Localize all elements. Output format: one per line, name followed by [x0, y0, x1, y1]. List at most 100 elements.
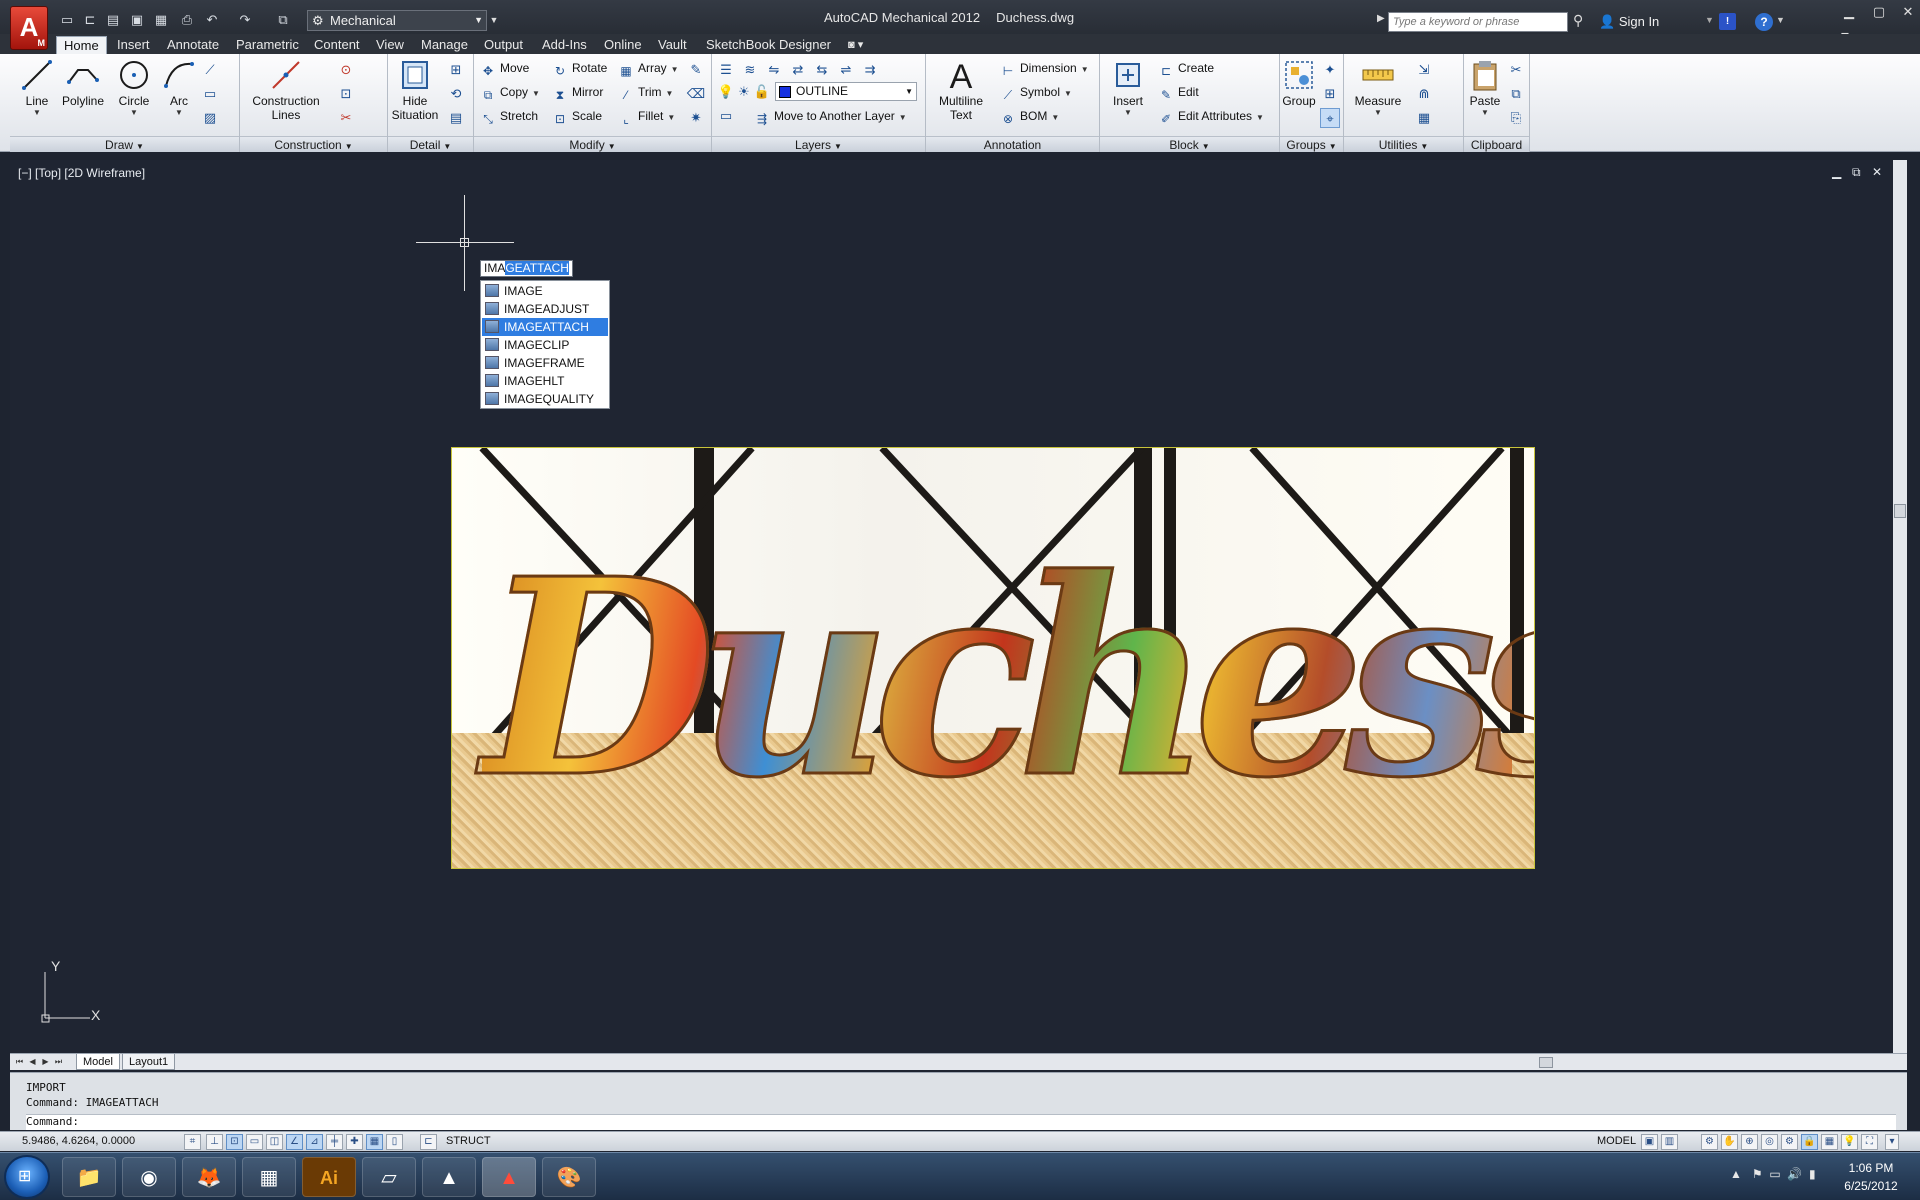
tab-parametric[interactable]: Parametric [234, 36, 301, 54]
explorer-taskbar-icon[interactable]: 📁 [62, 1157, 116, 1197]
annotation-scale-icon[interactable]: ⚙ [1701, 1134, 1718, 1150]
array-tool[interactable]: ▦ Array ▼ [618, 58, 678, 78]
tab-layout1[interactable]: Layout1 [122, 1054, 176, 1070]
symbol-tool[interactable]: ⟋ Symbol ▼ [1000, 82, 1072, 102]
plot-icon[interactable]: ⎙ [178, 11, 196, 29]
autocomplete-item[interactable]: IMAGEADJUST [482, 300, 608, 318]
isolate-objects-icon[interactable]: 💡 [1841, 1134, 1858, 1150]
next-layout-icon[interactable]: ▶ [40, 1056, 51, 1068]
show-hidden-icons-icon[interactable]: ▲ [1730, 1167, 1742, 1181]
open-sheet-set-icon[interactable]: ▤ [104, 11, 122, 29]
autocomplete-item[interactable]: IMAGE [482, 282, 608, 300]
maximize-window-button[interactable]: ▢ [1868, 3, 1890, 21]
object-snap-tracking-icon[interactable]: ⊿ [306, 1134, 323, 1150]
save-icon[interactable]: ▣ [128, 11, 146, 29]
panel-title-annotation[interactable]: Annotation [926, 136, 1099, 152]
infer-constraints-icon[interactable]: ⌗ [184, 1134, 201, 1150]
attached-raster-image[interactable]: Duchess [451, 447, 1535, 869]
create-block-tool[interactable]: ⊏ Create [1158, 58, 1214, 78]
clean-screen-icon[interactable]: ⛶ [1861, 1134, 1878, 1150]
calculator-taskbar-icon[interactable]: ▦ [242, 1157, 296, 1197]
volume-icon[interactable]: 🔊 [1787, 1167, 1802, 1181]
object-snap-icon[interactable]: ∠ [286, 1134, 303, 1150]
tab-sketchbook-designer[interactable]: SketchBook Designer [704, 36, 833, 54]
group-edit-icon[interactable]: ⊞ [1320, 84, 1340, 104]
polar-tracking-icon[interactable]: ◫ [266, 1134, 283, 1150]
customize-quick-access-icon[interactable]: ▼ [488, 10, 500, 31]
autocomplete-item[interactable]: IMAGECLIP [482, 336, 608, 354]
lightbulb-icon[interactable]: 💡 [716, 82, 736, 102]
viewport-restore-icon[interactable]: ⧉ [1852, 165, 1861, 180]
mirror-tool[interactable]: ⧗ Mirror [552, 82, 604, 102]
section-icon[interactable]: ⟲ [446, 84, 466, 104]
paste-tool[interactable]: Paste ▼ [1468, 58, 1502, 118]
autocomplete-item[interactable]: IMAGEQUALITY [482, 390, 608, 408]
lineweight-icon[interactable]: ▦ [366, 1134, 383, 1150]
dynamic-input-icon[interactable]: ✚ [346, 1134, 363, 1150]
arc-tool[interactable]: Arc ▼ [162, 58, 196, 118]
illustrator-taskbar-icon[interactable]: Ai [302, 1157, 356, 1197]
chevron-down-icon[interactable]: ▼ [1705, 15, 1714, 25]
command-input[interactable]: Command: [26, 1114, 1896, 1130]
hide-situation-tool[interactable]: Hide Situation [390, 58, 440, 122]
dynamic-input-tooltip[interactable]: IMAGEATTACH [480, 260, 573, 277]
layer-properties-icon[interactable]: ☰ [716, 60, 736, 80]
tab-vault[interactable]: Vault [656, 36, 689, 54]
hatch-icon[interactable]: ▨ [200, 108, 220, 128]
application-menu-button[interactable]: AM [10, 6, 48, 50]
tab-model[interactable]: Model [76, 1054, 120, 1070]
horizontal-scrollbar[interactable] [1266, 1057, 1896, 1068]
exchange-icon[interactable]: ! [1719, 13, 1736, 30]
trim-tool[interactable]: ⁄ Trim ▼ [618, 82, 673, 102]
struct-toggle[interactable]: STRUCT [446, 1135, 491, 1147]
undo-icon[interactable]: ↶ [203, 11, 221, 29]
model-space-toggle[interactable]: MODEL [1597, 1135, 1636, 1147]
multiline-text-tool[interactable]: A Multiline Text [934, 58, 988, 122]
construction-line-icon[interactable]: ⟋ [200, 60, 220, 80]
zoom-icon[interactable]: ⊕ [1741, 1134, 1758, 1150]
workspace-selector[interactable]: ⚙ Mechanical ▼ [307, 10, 487, 31]
save-as-icon[interactable]: ▦ [152, 11, 170, 29]
previous-layout-icon[interactable]: ◀ [27, 1056, 38, 1068]
tab-add-ins[interactable]: Add-Ins [540, 36, 589, 54]
layer-match-icon[interactable]: ⇋ [764, 60, 784, 80]
viewport-close-icon[interactable]: ✕ [1872, 165, 1882, 179]
layer-dropdown[interactable]: OUTLINE ▼ [775, 82, 917, 101]
paint-taskbar-icon[interactable]: 🎨 [542, 1157, 596, 1197]
move-tool[interactable]: ✥ Move [480, 58, 529, 78]
explode-icon[interactable]: ✷ [686, 108, 706, 128]
quick-view-drawings-icon[interactable]: ▥ [1661, 1134, 1678, 1150]
close-window-button[interactable]: ✕ [1897, 3, 1919, 21]
layer-display-icon[interactable]: ▭ [716, 106, 736, 126]
status-bar-menu-icon[interactable]: ▾ [1885, 1134, 1899, 1150]
first-layout-icon[interactable]: ⏮ [14, 1056, 25, 1068]
layer-states-icon[interactable]: ≋ [740, 60, 760, 80]
struct-icon[interactable]: ⊏ [420, 1134, 437, 1150]
tab-insert[interactable]: Insert [115, 36, 152, 54]
steeringwheel-icon[interactable]: ◎ [1761, 1134, 1778, 1150]
circle-tool[interactable]: Circle ▼ [114, 58, 154, 118]
firefox-taskbar-icon[interactable]: 🦊 [182, 1157, 236, 1197]
workspace-switching-icon[interactable]: ⚙ [1781, 1134, 1798, 1150]
scale-tool[interactable]: ⊡ Scale [552, 106, 602, 126]
group-selection-icon[interactable]: ⌖ [1320, 108, 1340, 128]
vertical-scroll-thumb[interactable] [1894, 504, 1906, 518]
quick-view-layouts-icon[interactable]: ▣ [1641, 1134, 1658, 1150]
tab-home[interactable]: Home [56, 36, 107, 54]
autocomplete-item[interactable]: IMAGEHLT [482, 372, 608, 390]
search-input[interactable]: Type a keyword or phrase [1388, 12, 1568, 32]
snap-mode-icon[interactable]: ⊥ [206, 1134, 223, 1150]
grid-display-icon[interactable]: ⊡ [226, 1134, 243, 1150]
stretch-tool[interactable]: ⤡ Stretch [480, 106, 538, 126]
panel-title-detail[interactable]: Detail ▼ [388, 136, 473, 152]
layer-previous-icon[interactable]: ⇄ [788, 60, 808, 80]
coordinate-readout[interactable]: 5.9486, 4.6264, 0.0000 [22, 1135, 135, 1147]
measure-tool[interactable]: Measure ▼ [1350, 58, 1406, 118]
panel-title-modify[interactable]: Modify ▼ [474, 136, 711, 152]
ortho-mode-icon[interactable]: ▭ [246, 1134, 263, 1150]
autocad-2012-taskbar-icon[interactable]: ▲ [422, 1157, 476, 1197]
action-center-flag-icon[interactable]: ⚑ [1752, 1167, 1763, 1181]
construction-lines-tool[interactable]: Construction Lines [248, 58, 324, 122]
calculator-icon[interactable]: ▦ [1414, 108, 1434, 128]
cut-icon[interactable]: ✂ [1506, 60, 1526, 80]
